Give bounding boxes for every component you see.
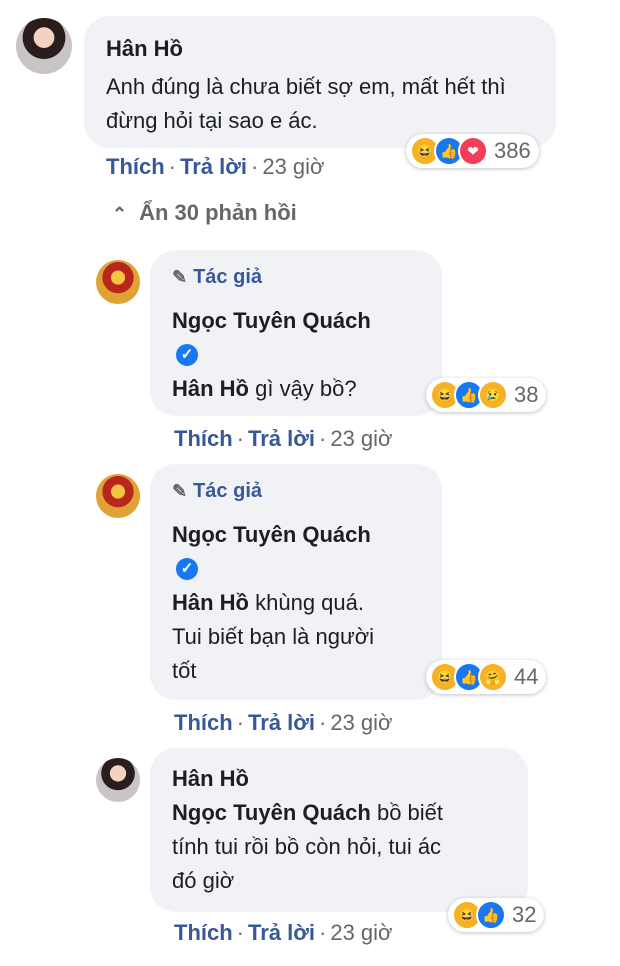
author-badge: ✎ Tác giả (172, 480, 262, 503)
reply-author[interactable]: Ngọc Tuyên Quách (172, 522, 371, 548)
reply-text-line2: tính tui rồi bồ còn hỏi, tui ác (172, 834, 442, 859)
timestamp[interactable]: 23 giờ (330, 710, 392, 735)
author-badge-label: Tác giả (193, 480, 263, 502)
hide-replies-button[interactable]: ⌃ Ẩn 30 phản hồi (112, 200, 297, 226)
reply-button[interactable]: Trả lời (248, 710, 315, 735)
love-icon: ❤ (458, 136, 488, 166)
reply-bubble: Hân Hồ Ngọc Tuyên Quách bồ biết tính tui… (150, 748, 528, 912)
like-icon: 👍 (476, 900, 506, 930)
like-button[interactable]: Thích (174, 426, 233, 451)
reply-bubble: ✎ Tác giả Ngọc Tuyên Quách ✓ Hân Hồ khùn… (150, 464, 442, 700)
chevron-up-icon: ⌃ (112, 204, 128, 224)
reply-text-line3: đó giờ (172, 868, 235, 893)
reply-actions: Thích · Trả lời · 23 giờ (174, 426, 393, 451)
reply-bubble: ✎ Tác giả Ngọc Tuyên Quách ✓ Hân Hồ gì v… (150, 250, 442, 416)
avatar[interactable] (96, 260, 140, 304)
comment-actions: Thích · Trả lời · 23 giờ (106, 154, 325, 179)
reply-text-line2: Tui biết bạn là người (172, 624, 375, 649)
reaction-count: 386 (494, 138, 531, 163)
reply-text-content: gì vậy bồ? (249, 376, 357, 401)
reply-actions: Thích · Trả lời · 23 giờ (174, 710, 393, 735)
mention-link[interactable]: Hân Hồ (172, 590, 249, 615)
author-badge-label: Tác giả (193, 266, 263, 288)
reaction-count: 38 (514, 382, 539, 407)
comment-author[interactable]: Hân Hồ (106, 36, 183, 62)
timestamp[interactable]: 23 giờ (330, 426, 392, 451)
reply-button[interactable]: Trả lời (180, 154, 247, 179)
reaction-summary[interactable]: 😆 👍 32 (448, 898, 545, 932)
reply-author[interactable]: Hân Hồ (172, 766, 249, 792)
mention-link[interactable]: Ngọc Tuyên Quách (172, 800, 371, 825)
reaction-summary[interactable]: 😆 👍 ❤ 386 (406, 134, 539, 168)
reaction-count: 44 (514, 664, 539, 689)
timestamp[interactable]: 23 giờ (262, 154, 324, 179)
hide-replies-label: Ẩn 30 phản hồi (139, 200, 297, 225)
reply-button[interactable]: Trả lời (248, 426, 315, 451)
reply-text-line1: khùng quá. (249, 590, 364, 615)
pencil-icon: ✎ (172, 267, 188, 287)
reaction-count: 32 (512, 902, 537, 927)
like-button[interactable]: Thích (174, 710, 233, 735)
reply-button[interactable]: Trả lời (248, 920, 315, 945)
reaction-summary[interactable]: 😆 👍 🤗 44 (426, 660, 547, 694)
verified-icon: ✓ (176, 344, 198, 366)
reply-text-line3: tốt (172, 658, 197, 683)
verified-icon: ✓ (176, 558, 198, 580)
reply-text: Hân Hồ gì vậy bồ? (172, 372, 357, 406)
reaction-summary[interactable]: 😆 👍 😢 38 (426, 378, 547, 412)
reply-text: Ngọc Tuyên Quách bồ biết tính tui rồi bồ… (172, 796, 522, 898)
like-button[interactable]: Thích (174, 920, 233, 945)
care-icon: 🤗 (478, 662, 508, 692)
pencil-icon: ✎ (172, 481, 188, 501)
reply-author[interactable]: Ngọc Tuyên Quách (172, 308, 371, 334)
avatar[interactable] (96, 474, 140, 518)
mention-link[interactable]: Hân Hồ (172, 376, 249, 401)
comment-text-content: Anh đúng là chưa biết sợ em, mất hết thì… (106, 74, 506, 133)
reply-text-line1: bồ biết (370, 800, 444, 825)
avatar[interactable] (16, 18, 72, 74)
avatar[interactable] (96, 758, 140, 802)
sad-icon: 😢 (478, 380, 508, 410)
reply-text: Hân Hồ khùng quá. Tui biết bạn là người … (172, 586, 432, 688)
reply-actions: Thích · Trả lời · 23 giờ (174, 920, 393, 945)
timestamp[interactable]: 23 giờ (330, 920, 392, 945)
author-badge: ✎ Tác giả (172, 266, 262, 289)
comment-bubble: Hân Hồ Anh đúng là chưa biết sợ em, mất … (84, 16, 556, 148)
like-button[interactable]: Thích (106, 154, 165, 179)
comment-text: Anh đúng là chưa biết sợ em, mất hết thì… (106, 70, 546, 138)
